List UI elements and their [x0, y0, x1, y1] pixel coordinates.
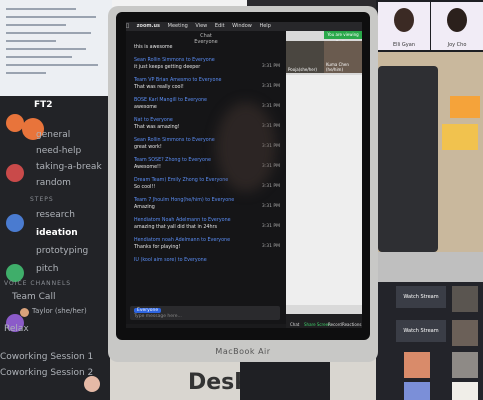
viewing-banner: You are viewing Emily...: [324, 31, 362, 45]
chat-input-placeholder: Type message here...: [134, 314, 182, 319]
video-tile: [452, 286, 478, 312]
chat-button[interactable]: Chat: [290, 322, 299, 327]
channel-random[interactable]: random: [36, 178, 71, 188]
participant-avatar: [394, 8, 414, 32]
channel-general[interactable]: general: [36, 130, 70, 140]
menu-zoom-us[interactable]: zoom.us: [137, 23, 160, 29]
voice-relax[interactable]: Relax: [4, 324, 29, 334]
video-tile: [404, 352, 430, 378]
chat-message: amazing that yall did that in 24hrs: [134, 225, 217, 230]
apple-icon[interactable]: : [126, 23, 129, 29]
mac-menubar:  zoom.us Meeting View Edit Window Help: [126, 22, 362, 31]
chat-sender: Team VP Brian Amesmo to Everyone: [134, 78, 222, 83]
watch-stream-button[interactable]: Watch Stream: [396, 320, 446, 342]
voice-team-call[interactable]: Team Call: [12, 292, 55, 302]
participant-tile: Joy Cho: [431, 2, 483, 50]
chat-sender: Sean Rollin Simmons to Everyone: [134, 58, 215, 63]
video-tile: [452, 352, 478, 378]
keyboard: [376, 252, 483, 282]
reactions-button[interactable]: Reactions: [342, 322, 361, 327]
chat-title: Chat Everyone: [194, 33, 218, 45]
voice-coworking-2[interactable]: Coworking Session 2: [0, 368, 93, 378]
discord-sidebar-photo: FT2 general need-help taking-a-break ran…: [0, 96, 110, 400]
chat-message: it just keeps getting deeper: [134, 65, 201, 70]
chat-sender: BOSE Karl Mangill to Everyone: [134, 98, 207, 103]
video-tile: [452, 382, 478, 400]
channel-ideation[interactable]: ideation: [36, 228, 78, 238]
zoom-toolbar: Chat Share Screen Record Reactions: [286, 314, 362, 328]
chat-sender: Hendiatom Noah Adelmann to Everyone: [134, 218, 231, 223]
chat-message: So cool!!: [134, 185, 156, 190]
recipient-dropdown[interactable]: Everyone: [134, 308, 162, 313]
zoom-gallery-top-right: Elli Gyan Joy Cho: [376, 0, 483, 52]
zoom-video-area: You are viewing Emily... Pooja(she/her) …: [286, 31, 362, 328]
macbook-laptop:  zoom.us Meeting View Edit Window Help …: [108, 6, 378, 362]
menu-edit[interactable]: Edit: [215, 23, 225, 29]
chat-message: Amazing: [134, 205, 155, 210]
video-name: Kuma Chen (he/him): [326, 62, 349, 72]
chat-sender: IU (kool aim sore) to Everyone: [134, 258, 207, 263]
watch-stream-button[interactable]: Watch Stream: [396, 286, 446, 308]
channel-need-help[interactable]: need-help: [36, 146, 81, 156]
participant-name: Elli Gyan: [393, 42, 415, 48]
video-tile: Pooja(she/her): [286, 41, 324, 73]
wall-with-notes: [376, 52, 483, 282]
server-badge: FT2: [34, 100, 53, 110]
voice-coworking-1[interactable]: Coworking Session 1: [0, 352, 93, 362]
laptop-screen:  zoom.us Meeting View Edit Window Help …: [126, 22, 362, 328]
chat-message: Thanks for playing!: [134, 245, 181, 250]
menu-meeting[interactable]: Meeting: [168, 23, 188, 29]
participant-name: Joy Cho: [447, 42, 467, 48]
voice-user-taylor: Taylor (she/her): [32, 307, 87, 315]
record-button[interactable]: Record: [328, 322, 342, 327]
menu-view[interactable]: View: [195, 23, 207, 29]
video-tile: [404, 382, 430, 400]
server-icon-red: [6, 164, 24, 182]
category-steps: STEPS: [30, 196, 54, 203]
laptop-brand: MacBook Air: [215, 347, 271, 356]
chat-sender: Team 7 Jhoulm Hong(he/him) to Everyone: [134, 198, 235, 203]
video-tile: [452, 320, 478, 346]
share-screen-button[interactable]: Share Screen: [304, 322, 331, 327]
menu-window[interactable]: Window: [232, 23, 252, 29]
chat-message: That was really cool!: [134, 85, 184, 90]
chat-message: this is awesome: [134, 45, 173, 50]
category-voice: VOICE CHANNELS: [4, 280, 72, 287]
channel-prototyping[interactable]: prototyping: [36, 246, 88, 256]
user-avatar: [20, 308, 29, 317]
shared-screen: [286, 75, 362, 305]
menu-help[interactable]: Help: [259, 23, 270, 29]
channel-pitch[interactable]: pitch: [36, 264, 58, 274]
user-avatar-bottom: [84, 376, 100, 392]
document-collage-top-left: [0, 0, 112, 96]
channel-taking-a-break[interactable]: taking-a-break: [36, 162, 102, 172]
sticky-note: [450, 96, 480, 118]
zoom-grid-bottom-right: Watch Stream Watch Stream: [376, 282, 483, 400]
chat-input[interactable]: Everyone Type message here...: [130, 306, 280, 320]
chat-sender: Hendiatom noah Adelmann to Everyone: [134, 238, 231, 243]
video-tile: Kuma Chen (he/him): [324, 41, 362, 73]
channel-research[interactable]: research: [36, 210, 75, 220]
participant-avatar: [447, 8, 467, 32]
server-icon-blue: [6, 214, 24, 232]
sticky-note: [442, 124, 478, 150]
participant-tile: Elli Gyan: [378, 2, 430, 50]
laptop-bezel:  zoom.us Meeting View Edit Window Help …: [116, 12, 370, 340]
screen-reflection: [216, 102, 276, 192]
second-laptop: [378, 66, 438, 252]
video-name: Pooja(she/her): [288, 67, 317, 72]
dark-sidebar-list: [240, 356, 330, 400]
